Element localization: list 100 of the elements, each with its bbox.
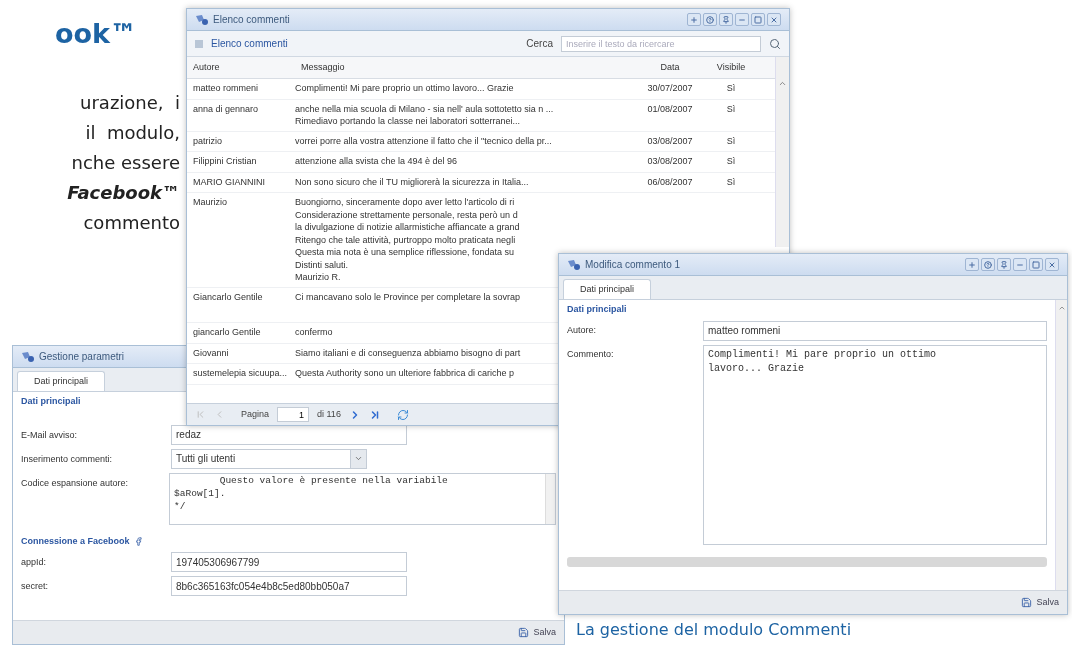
vertical-scrollbar[interactable] xyxy=(775,57,789,247)
horizontal-scrollbar[interactable] xyxy=(567,556,1047,567)
text-field[interactable]: 8b6c365163fc054e4b8c5ed80bb050a7 xyxy=(171,576,407,596)
author-cell-text: giancarlo Gentile xyxy=(192,326,262,339)
text-field[interactable]: redaz xyxy=(171,424,407,445)
message-text: Ritengo che tale attività, purtroppo molto praticata negli xyxy=(295,233,516,246)
window-title: Elenco commenti xyxy=(213,13,290,27)
field-label: Autore: xyxy=(567,323,598,337)
form-tab[interactable]: Dati principali xyxy=(17,371,106,391)
author-cell-text: Maurizio xyxy=(192,196,228,209)
field-label: Codice espansione autore: xyxy=(21,476,130,490)
message-text: la divulgazione di notizie allarmistiche affiancate a grand xyxy=(295,221,520,234)
body-text-line: urazione, i xyxy=(80,90,180,115)
column-header[interactable]: Messaggio xyxy=(295,60,639,75)
field-label: secret: xyxy=(21,580,49,593)
section-title: Dati principali xyxy=(20,395,82,408)
author-cell-text: MARIO GIANNINI xyxy=(192,175,266,189)
text-field[interactable]: 197405306967799 xyxy=(171,552,407,572)
author-cell-text: sustemelepia sicuupa... xyxy=(192,367,289,380)
add-icon xyxy=(968,260,976,269)
section-title: Connessione a Facebook xyxy=(21,534,130,548)
minimize-button[interactable] xyxy=(735,13,749,26)
panel-title: Elenco commenti xyxy=(211,37,288,51)
window-title: Modifica commento 1 xyxy=(585,258,681,272)
body-text-line: il modulo, xyxy=(85,120,180,145)
pin-button[interactable] xyxy=(997,258,1011,271)
body-text-line: nche essere xyxy=(71,150,180,175)
column-header[interactable]: Autore xyxy=(187,60,295,75)
pin-button[interactable] xyxy=(719,13,733,26)
page-field[interactable]: 1 xyxy=(277,407,310,422)
message-text: Maurizio R. xyxy=(295,271,341,284)
search-icon[interactable] xyxy=(769,37,781,50)
message-text: Buongiorno, sinceramente dopo aver letto l'articolo di ri xyxy=(295,196,515,209)
first-page-icon[interactable] xyxy=(195,409,206,420)
field-label: appId: xyxy=(21,556,48,569)
message-text: anche nella mia scuola di Milano - sia nell' aula sottotetto sia n ... xyxy=(295,102,554,115)
column-header[interactable]: Data xyxy=(639,60,701,75)
author-cell-text: patrizio xyxy=(192,134,223,148)
pin-icon xyxy=(722,15,730,24)
date-cell-text: 03/08/2007 xyxy=(646,155,694,168)
message-text: Ci mancavano solo le Province per completare la sovrap xyxy=(295,290,521,303)
field-label: Commento: xyxy=(567,347,615,361)
maximize-button[interactable] xyxy=(751,13,765,26)
message-text: Distinti saluti. xyxy=(295,258,348,271)
author-cell-text: Giancarlo Gentile xyxy=(192,290,264,304)
pin-icon xyxy=(1000,260,1008,269)
window-app-icon xyxy=(195,13,209,26)
window-app-icon xyxy=(567,258,581,271)
refresh-icon[interactable] xyxy=(396,408,409,421)
window-title: Gestione parametri xyxy=(39,350,125,364)
visible-cell-text: Sì xyxy=(725,155,737,168)
save-button[interactable]: Salva xyxy=(518,625,556,640)
message-text: Questa mia nota è una semplice riflessione, fondata su xyxy=(295,246,515,259)
page-total: di 116 xyxy=(317,407,341,421)
code-field[interactable]: Questo valore è presente nella variabile $aRow[1]. */ xyxy=(169,472,556,525)
message-text: Questa Authority sono un ulteriore fabbrica di cariche p xyxy=(295,367,515,380)
help-button[interactable] xyxy=(981,258,995,271)
figure-caption: La gestione del modulo Commenti xyxy=(576,620,852,640)
minimize-button[interactable] xyxy=(1013,258,1027,271)
body-text-line: Facebook™ xyxy=(67,180,180,205)
help-button[interactable] xyxy=(703,13,717,26)
message-text: confermo xyxy=(295,326,333,339)
message-text: attenzione alla svista che la 494 è del 96 xyxy=(295,155,458,168)
visible-cell-text: Sì xyxy=(725,134,737,148)
field-label: E-Mail avviso: xyxy=(21,428,78,442)
column-header[interactable]: Visibile xyxy=(701,60,761,75)
add-button[interactable] xyxy=(965,258,979,271)
vertical-scrollbar[interactable] xyxy=(1055,300,1067,590)
date-cell-text: 01/08/2007 xyxy=(646,102,694,116)
date-cell-text: 06/08/2007 xyxy=(646,175,694,189)
message-text: Considerazione strettamente personale, resta però un d xyxy=(295,208,518,221)
search-field[interactable]: Inserire il testo da ricercare xyxy=(561,35,761,52)
scrollbar[interactable] xyxy=(545,473,555,524)
field-label: Inserimento commenti: xyxy=(21,452,114,466)
message-text: Rimediavo portando la classe nei laboratori sotterranei... xyxy=(295,115,521,128)
close-icon xyxy=(770,15,778,24)
date-cell-text: 30/07/2007 xyxy=(646,82,694,95)
add-button[interactable] xyxy=(687,13,701,26)
help-icon xyxy=(984,260,992,269)
close-button[interactable] xyxy=(1045,258,1059,271)
author-field[interactable]: matteo rommeni xyxy=(703,320,1047,341)
form-tab[interactable]: Dati principali xyxy=(563,279,652,299)
window-app-icon xyxy=(21,350,35,363)
message-text: vorrei porre alla vostra attenzione il fatto che il "tecnico della pr... xyxy=(295,134,552,147)
close-button[interactable] xyxy=(767,13,781,26)
search-label: Cerca xyxy=(526,37,553,51)
select-field[interactable]: Tutti gli utenti xyxy=(171,448,367,469)
body-text-line: commento xyxy=(83,210,180,235)
maximize-button[interactable] xyxy=(1029,258,1043,271)
visible-cell-text: Sì xyxy=(725,102,737,116)
grid-icon xyxy=(195,39,203,48)
author-cell-text: matteo rommeni xyxy=(192,82,260,95)
close-icon xyxy=(1048,260,1056,269)
visible-cell-text: Sì xyxy=(725,82,737,95)
comment-field[interactable]: Complimenti! Mi pare proprio un ottimo lavoro... Grazie xyxy=(703,344,1047,545)
page-heading: ook™ xyxy=(54,17,139,51)
save-button[interactable]: Salva xyxy=(1021,595,1059,610)
message-text: Non sono sicuro che il TU migliorerà la sicurezza in Italia... xyxy=(295,175,529,188)
visible-cell-text: Sì xyxy=(725,175,737,189)
section-title: Dati principali xyxy=(566,303,628,316)
